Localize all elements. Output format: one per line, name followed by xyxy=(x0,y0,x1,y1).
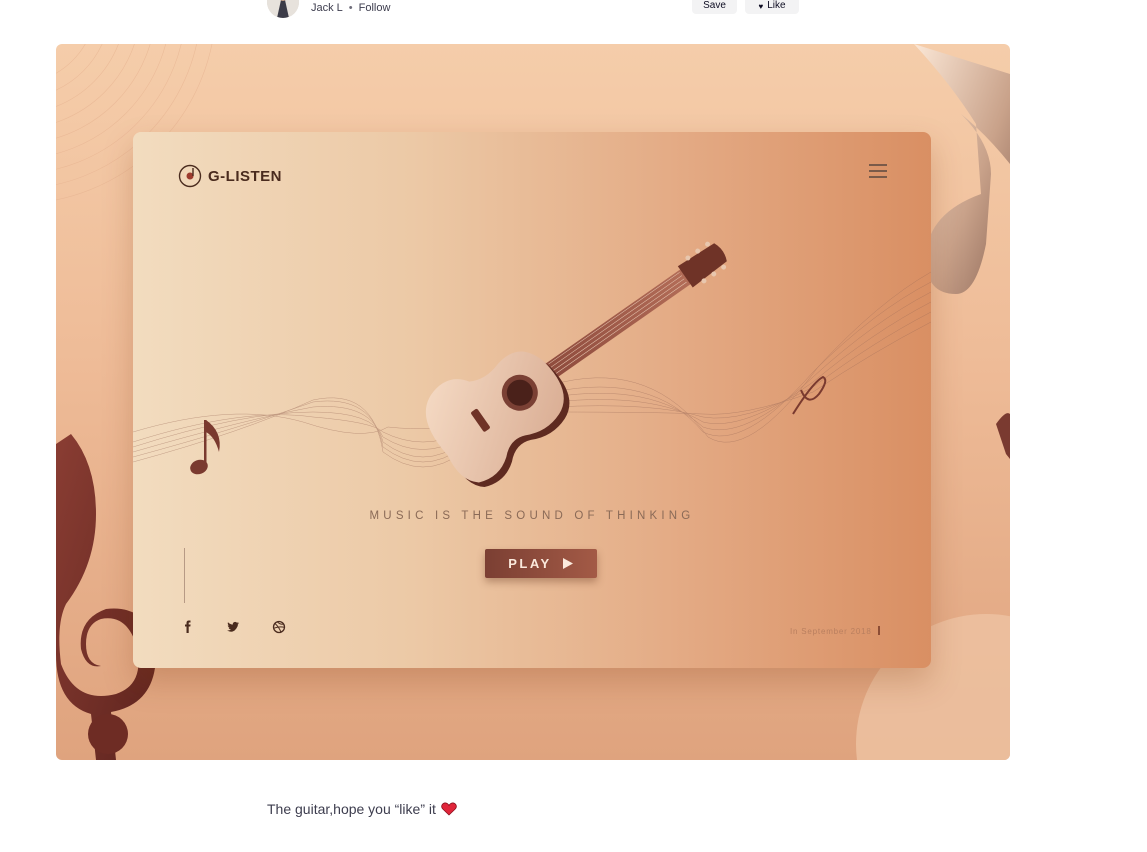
divider-line xyxy=(184,548,185,603)
heart-emoji-icon xyxy=(441,802,457,816)
vinyl-icon xyxy=(178,164,202,188)
tagline: MUSIC IS THE SOUND OF THINKING xyxy=(369,510,695,522)
like-button[interactable]: ♥ Like xyxy=(745,0,799,14)
facebook-icon[interactable] xyxy=(181,620,195,634)
guitar-illustration xyxy=(133,241,931,488)
separator-dot: • xyxy=(348,2,353,14)
shot-header: Jack L • Follow Save ♥ Like xyxy=(0,0,1147,20)
hamburger-menu-icon[interactable] xyxy=(869,164,887,180)
save-button-label: Save xyxy=(703,0,726,11)
like-button-label: Like xyxy=(767,0,786,11)
description-text: The guitar,hope you “like” it xyxy=(267,801,436,817)
shot-image[interactable]: G-LISTEN MUSIC IS THE SOUND OF THINKING … xyxy=(56,44,1010,760)
date-label: In September 2018 xyxy=(790,626,880,636)
play-button-label: PLAY xyxy=(508,556,552,571)
twitter-icon[interactable] xyxy=(226,620,240,634)
brand-logo[interactable]: G-LISTEN xyxy=(178,164,282,188)
author-name[interactable]: Jack L xyxy=(311,2,343,14)
play-icon xyxy=(562,558,573,569)
shot-description: The guitar,hope you “like” it xyxy=(267,801,457,817)
landing-card: G-LISTEN MUSIC IS THE SOUND OF THINKING … xyxy=(133,132,931,668)
date-marker xyxy=(877,626,880,635)
save-button[interactable]: Save xyxy=(692,0,737,14)
author-info: Jack L • Follow xyxy=(311,2,390,14)
heart-icon: ♥ xyxy=(758,2,764,11)
brand-name: G-LISTEN xyxy=(208,167,282,185)
dribbble-icon[interactable] xyxy=(272,620,286,634)
date-text: In September 2018 xyxy=(790,627,872,636)
play-button[interactable]: PLAY xyxy=(485,549,597,578)
follow-link[interactable]: Follow xyxy=(359,2,391,14)
avatar[interactable] xyxy=(267,0,299,18)
